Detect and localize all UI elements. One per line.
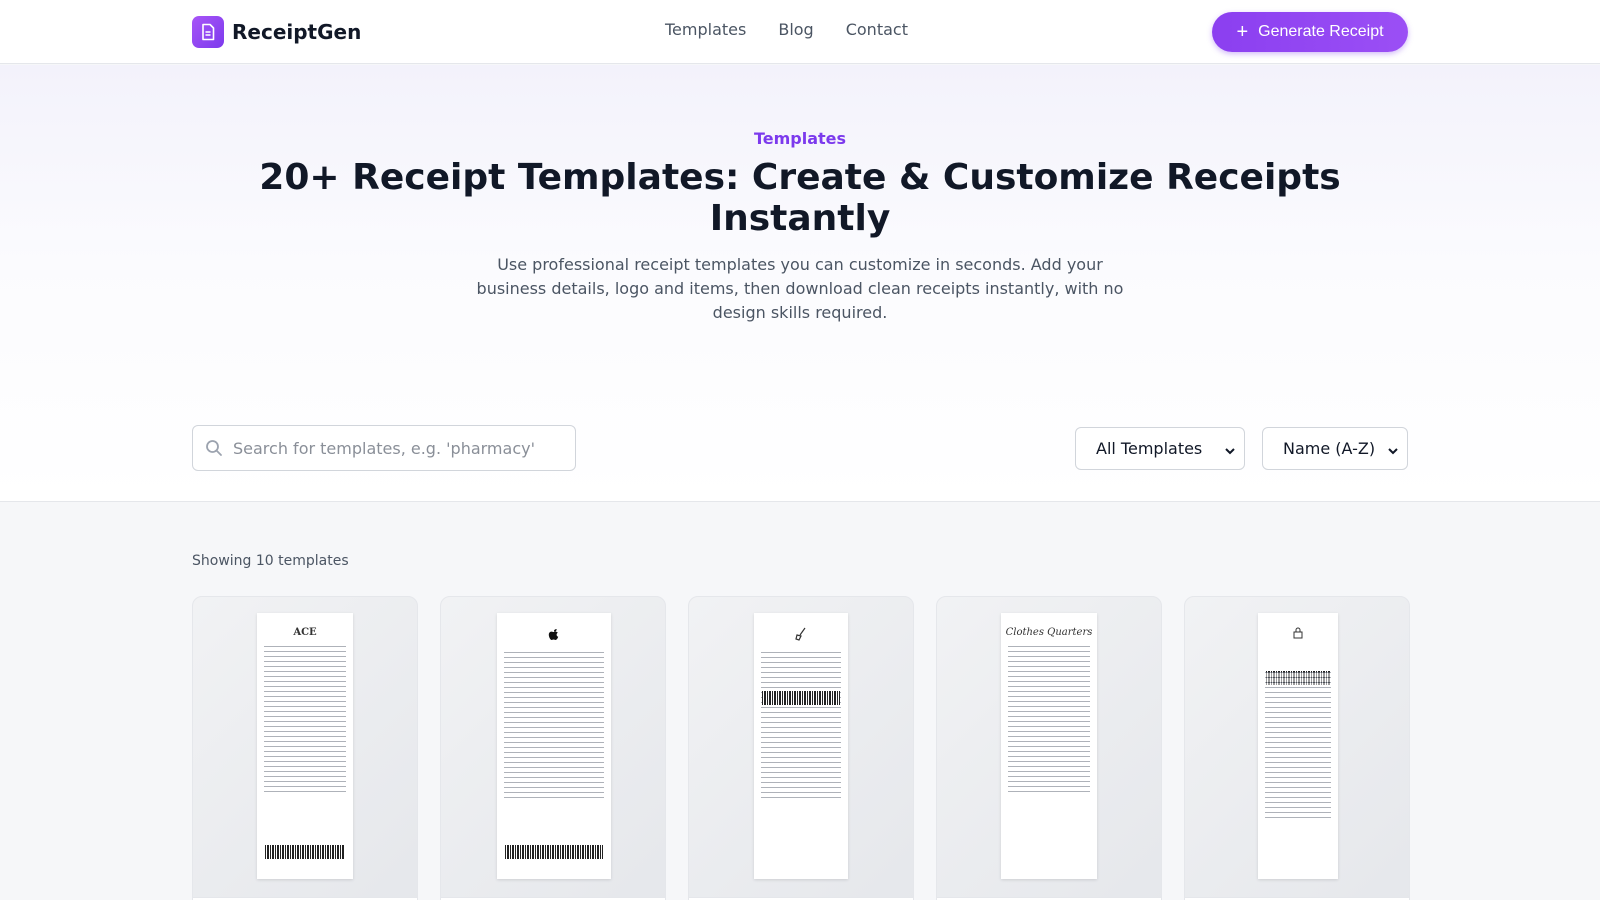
results-count: Showing 10 templates <box>192 553 349 569</box>
receipt-brand-logo: ACE <box>293 627 317 638</box>
chevron-down-icon <box>1387 442 1399 461</box>
brand-name: ReceiptGen <box>232 20 362 44</box>
receipt-brand-logo: Clothes Quarters <box>1005 627 1093 638</box>
brand-logo-link[interactable]: ReceiptGen <box>192 16 361 48</box>
page-title: 20+ Receipt Templates: Create & Customiz… <box>259 157 1341 239</box>
nav-link-contact[interactable]: Contact <box>846 20 908 39</box>
receipt-text-lines <box>761 652 841 802</box>
template-card[interactable]: ACE <box>192 596 418 900</box>
receipt-preview-thumbnail <box>497 613 611 879</box>
receipt-preview-thumbnail: Clothes Quarters <box>1001 613 1097 879</box>
nav-link-blog[interactable]: Blog <box>778 20 813 39</box>
top-nav-bar: ReceiptGen Templates Blog Contact + Gene… <box>0 0 1600 64</box>
sort-select-value: Name (A-Z) <box>1283 439 1376 458</box>
generate-receipt-button[interactable]: + Generate Receipt <box>1212 12 1408 52</box>
plus-icon: + <box>1236 21 1249 43</box>
hero-section: Templates 20+ Receipt Templates: Create … <box>0 65 1600 502</box>
receipt-text-lines <box>1265 672 1331 822</box>
apple-logo-icon <box>497 627 611 644</box>
barcode-icon <box>265 845 345 859</box>
chevron-down-icon <box>1224 442 1236 461</box>
receipt-text-lines <box>264 646 346 796</box>
template-card[interactable] <box>688 596 914 900</box>
section-eyebrow: Templates <box>753 129 847 148</box>
search-icon <box>205 439 223 461</box>
receipt-text-lines <box>504 652 604 802</box>
barcode-icon <box>762 691 840 705</box>
broom-logo-icon <box>754 627 848 644</box>
main-nav: Templates Blog Contact <box>665 20 908 39</box>
generate-receipt-label: Generate Receipt <box>1258 23 1384 40</box>
template-card[interactable]: Clothes Quarters <box>936 596 1162 900</box>
sort-select[interactable]: Name (A-Z) <box>1262 427 1408 470</box>
receipt-logo-icon <box>192 16 224 48</box>
category-select[interactable]: All Templates <box>1075 427 1245 470</box>
receipt-preview-thumbnail <box>1258 613 1338 879</box>
receipt-preview-thumbnail: ACE <box>257 613 353 879</box>
nav-link-templates[interactable]: Templates <box>665 20 746 39</box>
template-card[interactable] <box>1184 596 1410 900</box>
template-search-box <box>192 425 576 471</box>
receipt-text-lines <box>1008 646 1090 796</box>
template-search-input[interactable] <box>233 426 563 470</box>
template-card[interactable] <box>440 596 666 900</box>
lock-logo-icon <box>1258 627 1338 642</box>
receipt-preview-thumbnail <box>754 613 848 879</box>
page-subtitle: Use professional receipt templates you c… <box>476 255 1124 322</box>
barcode-icon <box>505 845 603 859</box>
category-select-value: All Templates <box>1096 439 1203 458</box>
